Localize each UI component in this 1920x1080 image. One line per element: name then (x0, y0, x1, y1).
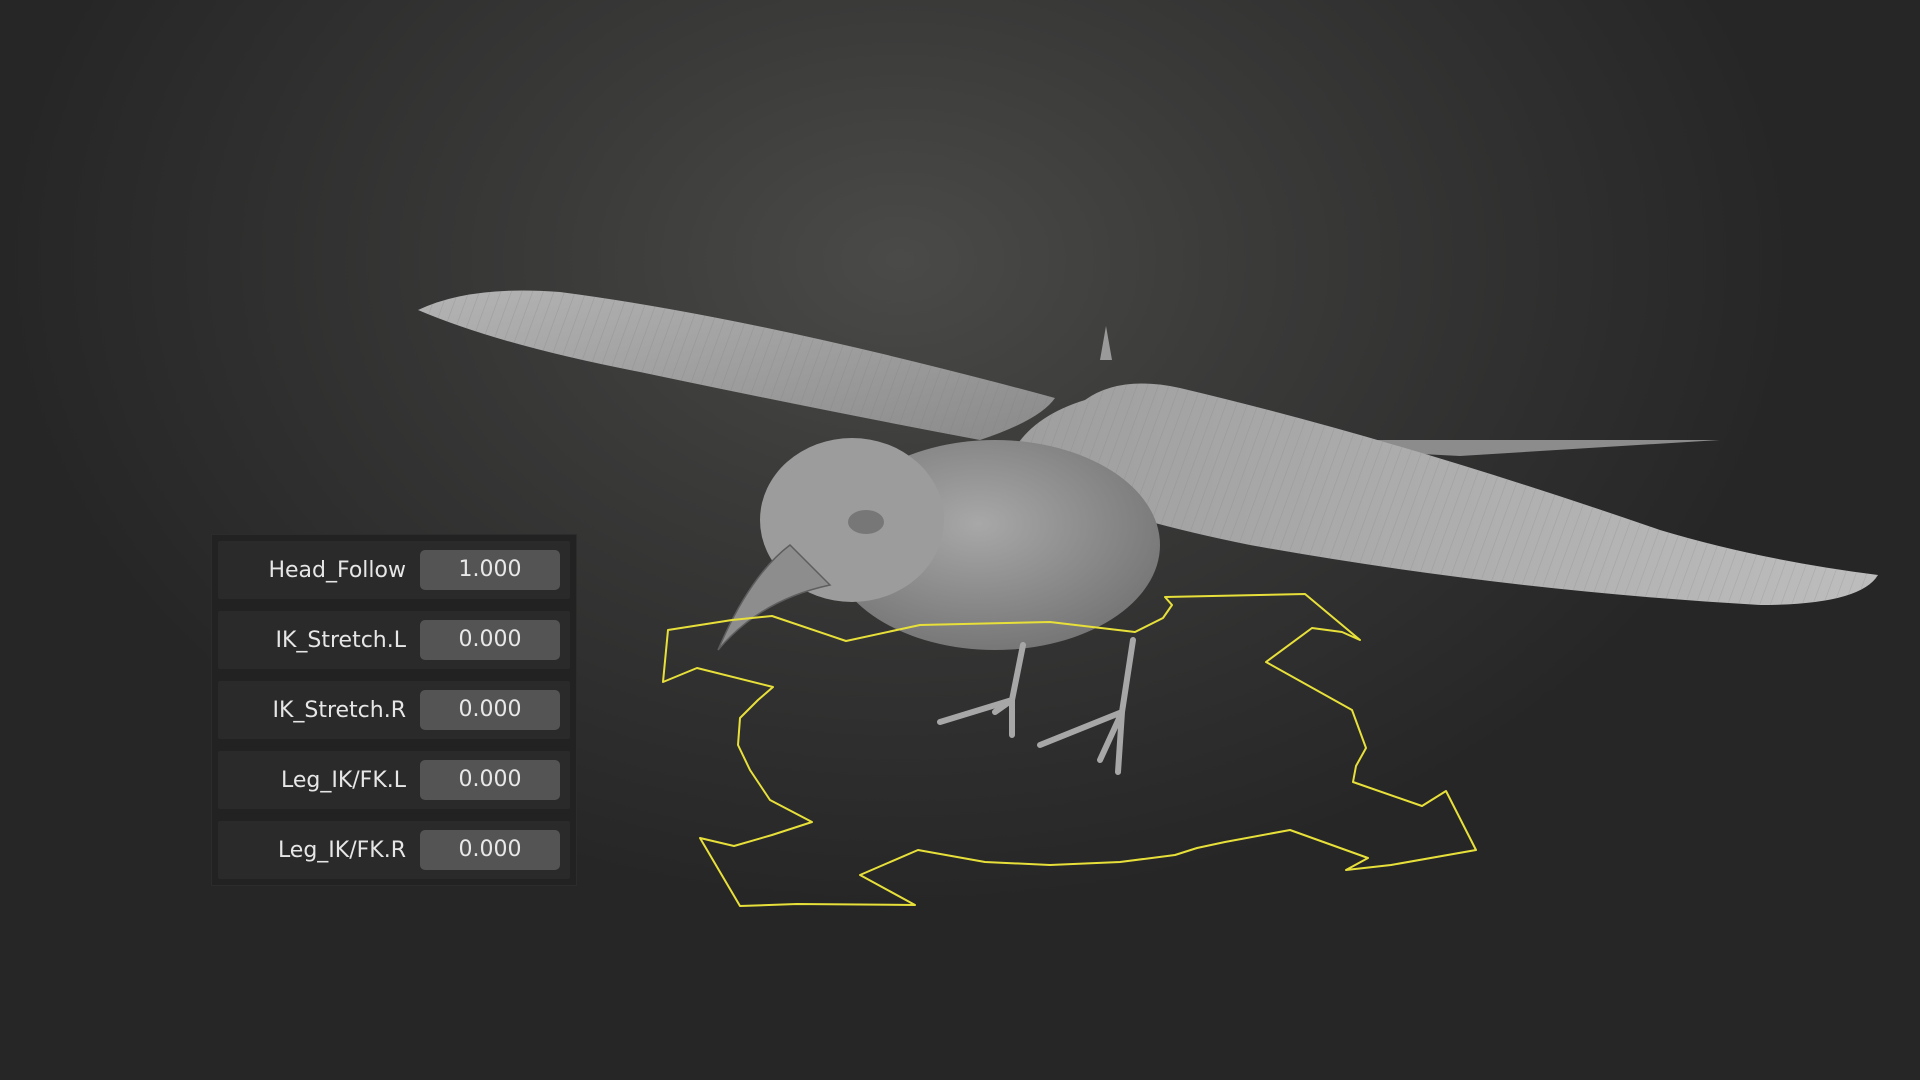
bird-model[interactable] (418, 290, 1878, 775)
property-label: Head_Follow (268, 557, 406, 583)
property-row-leg-ikfk-l: Leg_IK/FK.L 0.000 (218, 751, 570, 809)
property-row-ik-stretch-l: IK_Stretch.L 0.000 (218, 611, 570, 669)
leg-ikfk-r-field[interactable]: 0.000 (420, 830, 560, 870)
left-wing-feathers (418, 290, 1055, 440)
tail-feather (1100, 326, 1112, 360)
root-move-arrows-icon[interactable] (662, 593, 1477, 907)
ik-stretch-r-field[interactable]: 0.000 (420, 690, 560, 730)
property-row-head-follow: Head_Follow 1.000 (218, 541, 570, 599)
left-leg (937, 642, 1026, 738)
3d-viewport[interactable]: Head_Follow 1.000 IK_Stretch.L 0.000 IK_… (0, 0, 1920, 1080)
property-row-ik-stretch-r: IK_Stretch.R 0.000 (218, 681, 570, 739)
property-row-leg-ikfk-r: Leg_IK/FK.R 0.000 (218, 821, 570, 879)
bird-eye (848, 510, 884, 534)
ik-stretch-l-field[interactable]: 0.000 (420, 620, 560, 660)
property-label: IK_Stretch.L (275, 627, 406, 653)
properties-panel: Head_Follow 1.000 IK_Stretch.L 0.000 IK_… (211, 534, 577, 886)
right-leg (1037, 637, 1136, 775)
leg-ikfk-l-field[interactable]: 0.000 (420, 760, 560, 800)
head-follow-field[interactable]: 1.000 (420, 550, 560, 590)
property-label: Leg_IK/FK.R (277, 837, 406, 863)
property-label: Leg_IK/FK.L (280, 767, 406, 793)
property-label: IK_Stretch.R (272, 697, 406, 723)
